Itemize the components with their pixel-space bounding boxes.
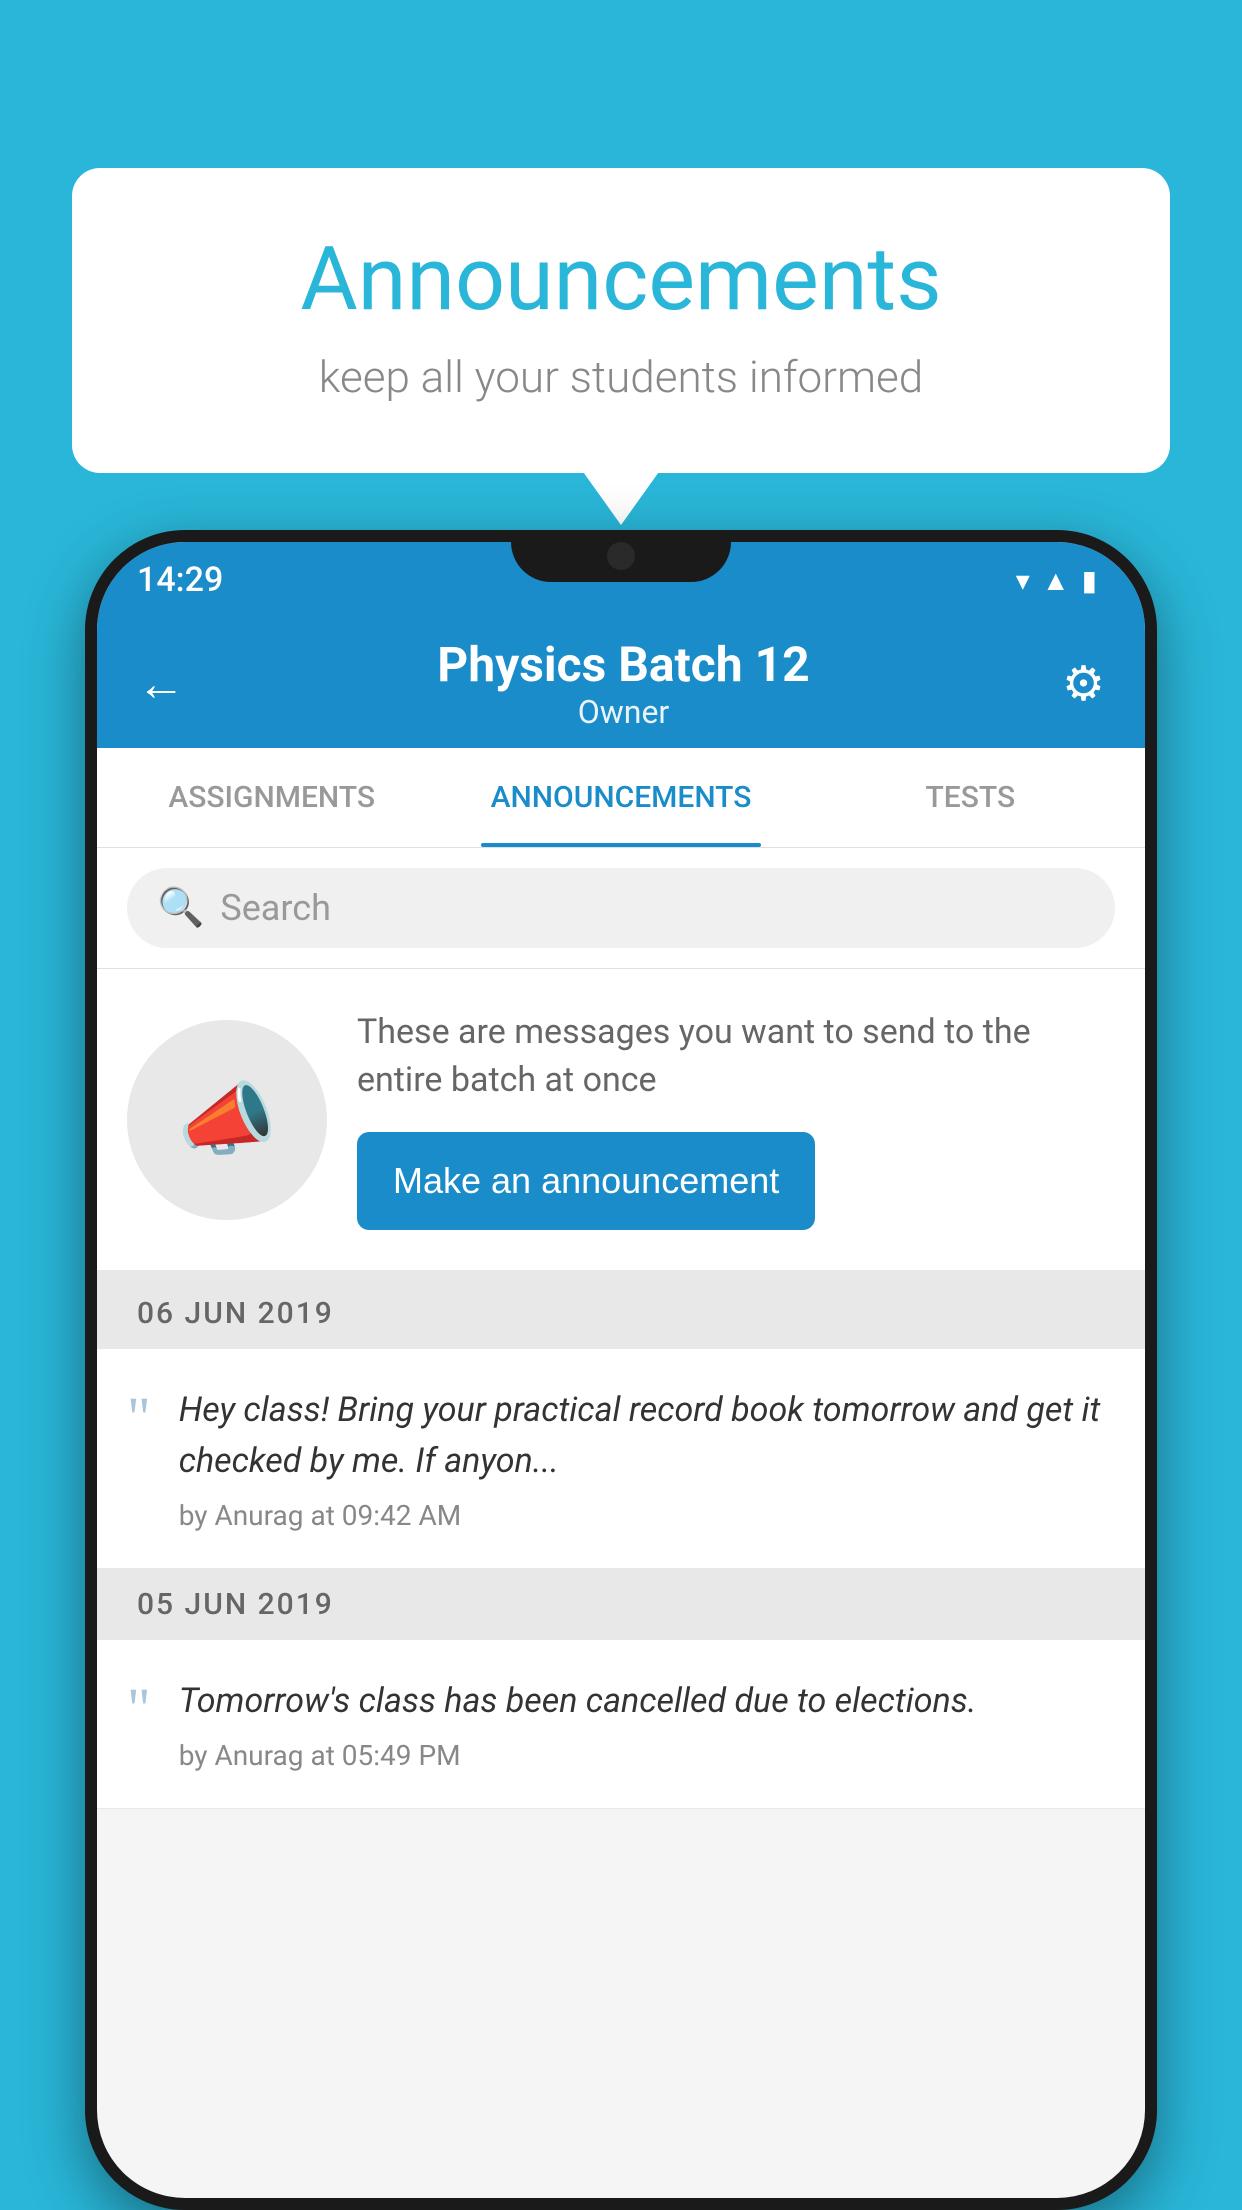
- search-icon: 🔍: [157, 886, 204, 930]
- wifi-icon: ▾: [1016, 564, 1030, 597]
- announcement-content-2: Tomorrow's class has been cancelled due …: [179, 1676, 1115, 1772]
- megaphone-icon: 📣: [177, 1073, 277, 1167]
- announcement-prompt-description: These are messages you want to send to t…: [357, 1009, 1115, 1104]
- announcement-content-1: Hey class! Bring your practical record b…: [179, 1385, 1115, 1532]
- tabs-bar: ASSIGNMENTS ANNOUNCEMENTS TESTS: [97, 748, 1145, 848]
- search-bar[interactable]: 🔍 Search: [127, 868, 1115, 948]
- date-separator-2: 05 JUN 2019: [97, 1569, 1145, 1640]
- announcement-item-2[interactable]: " Tomorrow's class has been cancelled du…: [97, 1640, 1145, 1809]
- back-button[interactable]: ←: [137, 655, 185, 712]
- battery-icon: ▮: [1082, 564, 1097, 597]
- tab-assignments[interactable]: ASSIGNMENTS: [97, 748, 446, 847]
- settings-button[interactable]: ⚙: [1062, 655, 1105, 712]
- status-time: 14:29: [137, 560, 223, 600]
- tab-tests[interactable]: TESTS: [796, 748, 1145, 847]
- header-subtitle: Owner: [437, 693, 809, 731]
- quote-icon-2: ": [127, 1680, 151, 1738]
- front-camera: [607, 542, 635, 570]
- announcement-prompt-right: These are messages you want to send to t…: [357, 1009, 1115, 1230]
- quote-icon-1: ": [127, 1389, 151, 1447]
- date-separator-1: 06 JUN 2019: [97, 1278, 1145, 1349]
- speech-bubble-card: Announcements keep all your students inf…: [72, 168, 1170, 473]
- announcement-meta-2: by Anurag at 05:49 PM: [179, 1739, 1115, 1772]
- announcement-meta-1: by Anurag at 09:42 AM: [179, 1499, 1115, 1532]
- announcement-item-1[interactable]: " Hey class! Bring your practical record…: [97, 1349, 1145, 1569]
- make-announcement-button[interactable]: Make an announcement: [357, 1132, 815, 1230]
- speech-bubble-subtitle: keep all your students informed: [152, 351, 1090, 403]
- speech-bubble-title: Announcements: [152, 228, 1090, 331]
- announcement-icon-circle: 📣: [127, 1020, 327, 1220]
- phone-frame: 14:29 ▾ ▲ ▮ ← Physics Batch 12 Owner ⚙ A…: [85, 530, 1157, 2210]
- status-icons: ▾ ▲ ▮: [1016, 564, 1097, 597]
- phone-notch: [511, 530, 731, 582]
- search-container: 🔍 Search: [97, 848, 1145, 969]
- announcement-text-2: Tomorrow's class has been cancelled due …: [179, 1676, 1115, 1727]
- announcement-prompt: 📣 These are messages you want to send to…: [97, 969, 1145, 1278]
- header-center: Physics Batch 12 Owner: [437, 636, 809, 731]
- tab-announcements[interactable]: ANNOUNCEMENTS: [446, 748, 795, 847]
- search-input[interactable]: Search: [220, 887, 331, 929]
- app-header: ← Physics Batch 12 Owner ⚙: [97, 618, 1145, 748]
- announcement-text-1: Hey class! Bring your practical record b…: [179, 1385, 1115, 1487]
- phone-screen: 14:29 ▾ ▲ ▮ ← Physics Batch 12 Owner ⚙ A…: [97, 542, 1145, 2198]
- signal-icon: ▲: [1042, 564, 1070, 597]
- header-title: Physics Batch 12: [437, 636, 809, 693]
